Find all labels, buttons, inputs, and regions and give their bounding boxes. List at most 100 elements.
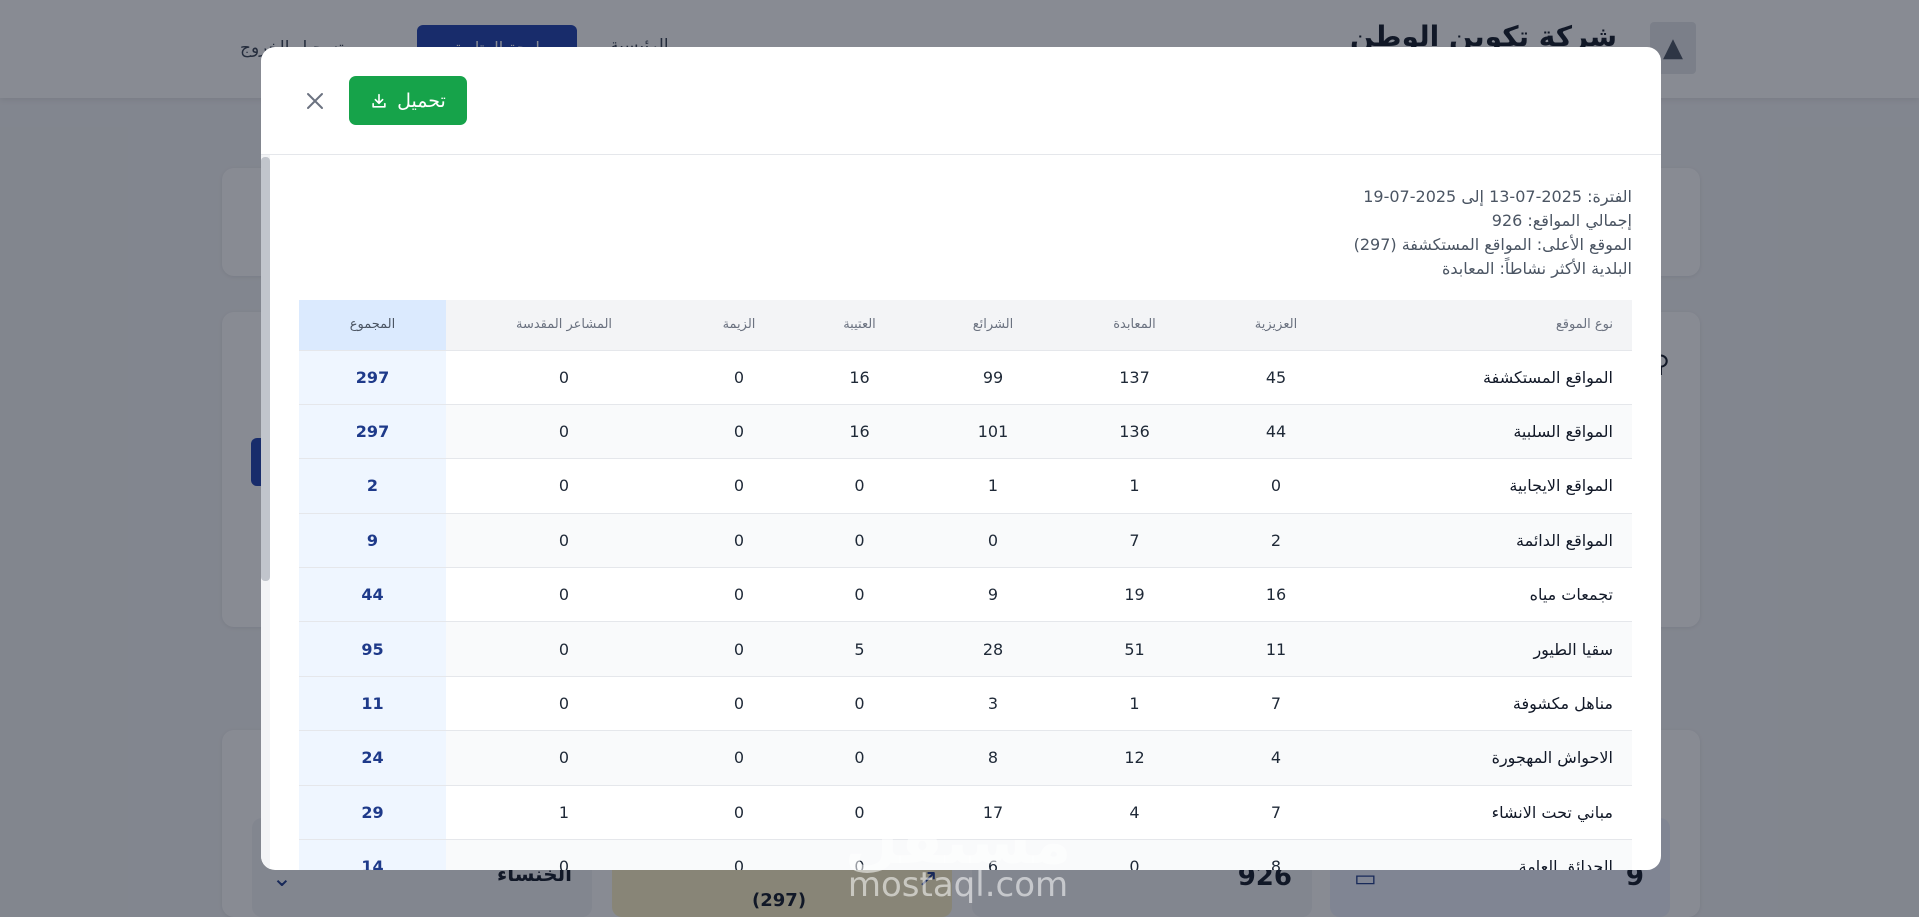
summary-top-site: الموقع الأعلى: المواقع المستكشفة (297) — [1353, 235, 1632, 254]
site-type-cell: المواقع المستكشفة — [1346, 349, 1632, 405]
site-type-cell: سقيا الطيور — [1346, 621, 1632, 677]
download-button[interactable]: تحميل — [349, 76, 467, 125]
count-cell: 0 — [446, 512, 682, 568]
table-body: المواقع المستكشفة 45 137 99 16 0 0 297 المواقع ا… — [299, 349, 1632, 870]
total-cell: 95 — [299, 621, 446, 677]
table-row: المواقع الايجابية 0 1 1 0 0 0 2 — [299, 458, 1632, 514]
site-type-cell: مناهل مكشوفة — [1346, 675, 1632, 731]
total-cell: 297 — [299, 349, 446, 405]
table-row: المواقع السلبية 44 136 101 16 0 0 297 — [299, 403, 1632, 459]
count-cell: 101 — [923, 403, 1063, 459]
site-type-cell: مباني تحت الانشاء — [1346, 784, 1632, 840]
count-cell: 0 — [446, 567, 682, 622]
close-icon — [307, 93, 323, 109]
site-type-cell: المواقع الدائمة — [1346, 512, 1632, 568]
close-button[interactable] — [301, 87, 329, 115]
summary-period: الفترة: 2025-07-13 إلى 2025-07-19 — [1363, 187, 1632, 206]
count-cell: 0 — [923, 512, 1063, 568]
report-modal: تحميل الفترة: 2025-07-13 إلى 2025-07-19 … — [261, 47, 1661, 870]
table-row: سقيا الطيور 11 51 28 5 0 0 95 — [299, 621, 1632, 677]
count-cell: 0 — [682, 621, 796, 677]
column-header: الزيمة — [682, 300, 796, 350]
column-header: الشرائع — [923, 300, 1063, 350]
count-cell: 8 — [1206, 839, 1346, 870]
count-cell: 12 — [1063, 730, 1206, 786]
report-summary: الفترة: 2025-07-13 إلى 2025-07-19 إجمالي… — [1354, 185, 1632, 281]
count-cell: 51 — [1063, 621, 1206, 677]
count-cell: 7 — [1206, 784, 1346, 840]
count-cell: 0 — [796, 458, 923, 514]
count-cell: 11 — [1206, 621, 1346, 677]
count-cell: 45 — [1206, 349, 1346, 405]
count-cell: 4 — [1206, 730, 1346, 786]
count-cell: 0 — [682, 567, 796, 622]
download-icon — [372, 93, 386, 108]
modal-scrollbar[interactable] — [261, 155, 270, 870]
count-cell: 0 — [446, 349, 682, 405]
table-row: الاحواش المهجورة 4 12 8 0 0 0 24 — [299, 730, 1632, 786]
count-cell: 0 — [682, 839, 796, 870]
count-cell: 136 — [1063, 403, 1206, 459]
site-type-cell: تجمعات مياه — [1346, 567, 1632, 622]
total-cell: 2 — [299, 458, 446, 514]
summary-total-sites: إجمالي المواقع: 926 — [1491, 211, 1632, 230]
count-cell: 0 — [796, 567, 923, 622]
table-row: المواقع الدائمة 2 7 0 0 0 0 9 — [299, 512, 1632, 568]
count-cell: 0 — [1206, 458, 1346, 514]
download-button-label: تحميل — [397, 89, 446, 112]
total-cell: 11 — [299, 675, 446, 731]
count-cell: 0 — [446, 458, 682, 514]
count-cell: 0 — [682, 730, 796, 786]
site-type-cell: المواقع الايجابية — [1346, 458, 1632, 514]
site-type-cell: الاحواش المهجورة — [1346, 730, 1632, 786]
summary-most-active: البلدية الأكثر نشاطاً: المعابدة — [1442, 259, 1632, 278]
column-header: العزيزية — [1206, 300, 1346, 350]
table-header-row: نوع الموقع العزيزية المعابدة الشرائع الع… — [299, 300, 1632, 350]
count-cell: 17 — [923, 784, 1063, 840]
column-header: نوع الموقع — [1346, 300, 1632, 350]
count-cell: 1 — [1063, 675, 1206, 731]
count-cell: 0 — [682, 349, 796, 405]
site-type-cell: الحدائق العامة — [1346, 839, 1632, 870]
total-cell: 44 — [299, 567, 446, 622]
count-cell: 28 — [923, 621, 1063, 677]
count-cell: 7 — [1206, 675, 1346, 731]
count-cell: 0 — [1063, 839, 1206, 870]
report-table: نوع الموقع العزيزية المعابدة الشرائع الع… — [299, 300, 1632, 870]
count-cell: 1 — [1063, 458, 1206, 514]
count-cell: 44 — [1206, 403, 1346, 459]
count-cell: 9 — [923, 567, 1063, 622]
count-cell: 1 — [446, 784, 682, 840]
count-cell: 0 — [682, 512, 796, 568]
column-header: العتيبة — [796, 300, 923, 350]
count-cell: 2 — [1206, 512, 1346, 568]
count-cell: 0 — [796, 839, 923, 870]
count-cell: 99 — [923, 349, 1063, 405]
count-cell: 6 — [923, 839, 1063, 870]
count-cell: 5 — [796, 621, 923, 677]
count-cell: 0 — [796, 730, 923, 786]
count-cell: 4 — [1063, 784, 1206, 840]
count-cell: 16 — [796, 403, 923, 459]
table-row: مباني تحت الانشاء 7 4 17 0 0 1 29 — [299, 784, 1632, 840]
column-header: المعابدة — [1063, 300, 1206, 350]
column-header: المشاعر المقدسة — [446, 300, 682, 350]
total-cell: 297 — [299, 403, 446, 459]
count-cell: 0 — [446, 675, 682, 731]
count-cell: 137 — [1063, 349, 1206, 405]
count-cell: 0 — [682, 675, 796, 731]
site-type-cell: المواقع السلبية — [1346, 403, 1632, 459]
count-cell: 3 — [923, 675, 1063, 731]
count-cell: 1 — [923, 458, 1063, 514]
count-cell: 0 — [796, 675, 923, 731]
scrollbar-thumb[interactable] — [261, 157, 270, 581]
count-cell: 16 — [1206, 567, 1346, 622]
table-row: تجمعات مياه 16 19 9 0 0 0 44 — [299, 567, 1632, 622]
total-cell: 9 — [299, 512, 446, 568]
count-cell: 16 — [796, 349, 923, 405]
count-cell: 0 — [796, 512, 923, 568]
count-cell: 0 — [682, 403, 796, 459]
count-cell: 0 — [682, 784, 796, 840]
total-cell: 29 — [299, 784, 446, 840]
count-cell: 7 — [1063, 512, 1206, 568]
